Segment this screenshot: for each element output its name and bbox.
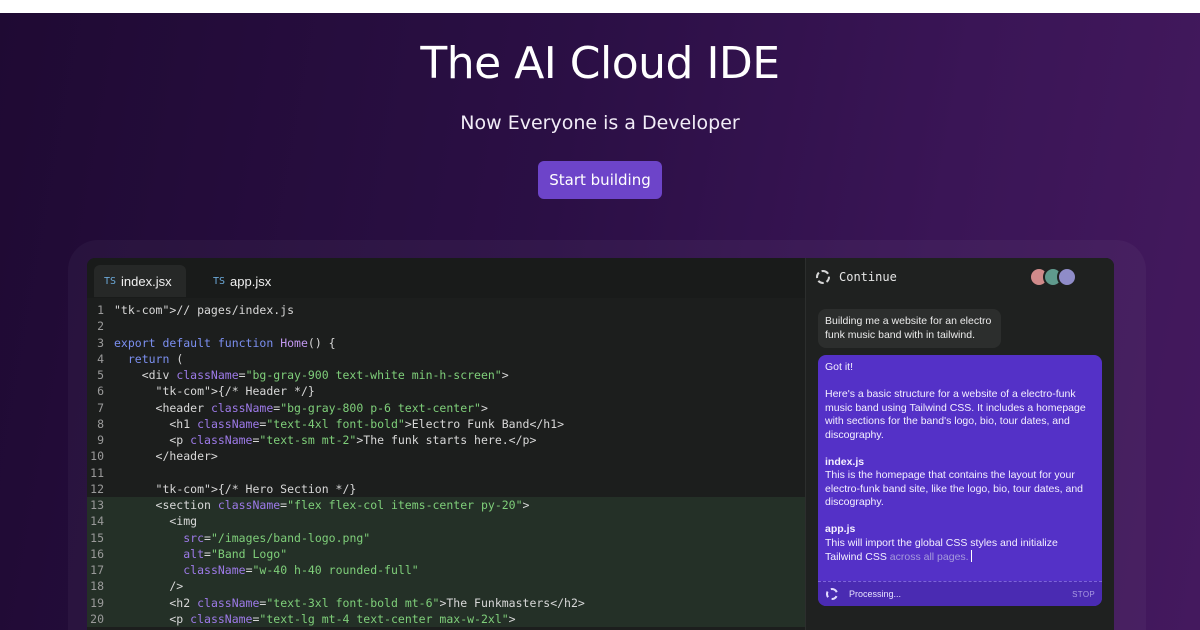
line-number: 8 — [97, 416, 104, 431]
line-number: 20 — [90, 611, 104, 626]
line-number: 16 — [90, 546, 104, 561]
ai-chat-panel: Continue Building me a website for an el… — [806, 258, 1114, 630]
code-line[interactable]: 2 — [87, 318, 805, 334]
file-name-index: index.js — [825, 455, 865, 468]
line-number: 11 — [90, 465, 104, 480]
file-name-app: app.js — [825, 523, 856, 535]
assistant-message-body: Got it! Here's a basic structure for a w… — [825, 361, 1093, 565]
code-line[interactable]: 12 "tk-com">{/* Hero Section */} — [87, 481, 805, 497]
line-number: 15 — [90, 530, 104, 545]
line-number: 14 — [90, 514, 104, 529]
ide-window: TS index.jsx TS app.jsx 1 "tk-com">// pag… — [87, 258, 1114, 630]
line-number: 18 — [90, 579, 104, 594]
avatar-icon[interactable] — [1057, 267, 1077, 287]
code-line[interactable]: 6 "tk-com">{/* Header */} — [87, 383, 805, 399]
code-text: <p className="text-lg mt-4 text-center m… — [114, 611, 516, 626]
code-line[interactable]: 10 </header> — [87, 448, 805, 464]
code-line[interactable]: 8 <h1 className="text-4xl font-bold">Ele… — [87, 416, 805, 432]
assistant-intro: Here's a basic structure for a website o… — [825, 388, 1086, 441]
code-line[interactable]: 19 <h2 className="text-3xl font-bold mt-… — [87, 594, 805, 611]
code-text: <img — [114, 514, 198, 529]
code-line[interactable]: 13 <section className="flex flex-col ite… — [87, 497, 805, 514]
code-line[interactable]: 17 className="w-40 h-40 rounded-full" — [87, 562, 805, 579]
line-number: 4 — [97, 351, 104, 366]
code-text: "tk-com">// pages/index.js — [114, 303, 295, 317]
code-line[interactable]: 18 /> — [87, 578, 805, 595]
tab-label: index.jsx — [121, 273, 172, 289]
processing-label: Processing... — [849, 589, 902, 599]
line-number: 5 — [97, 368, 104, 382]
code-text: <h1 className="text-4xl font-bold">Elect… — [114, 416, 565, 431]
code-line[interactable]: 7 <header className="bg-gray-800 p-6 tex… — [87, 400, 805, 416]
spinner-icon — [826, 588, 838, 600]
code-editor: TS index.jsx TS app.jsx 1 "tk-com">// pag… — [87, 258, 805, 630]
line-number: 19 — [90, 595, 104, 610]
line-number: 17 — [90, 563, 104, 577]
editor-tab-bar: TS index.jsx TS app.jsx — [87, 258, 805, 298]
chat-header: Continue — [816, 270, 897, 284]
streaming-text: across all pages. — [889, 551, 969, 563]
code-text: <p className="text-sm mt-2">The funk sta… — [114, 433, 537, 447]
code-line[interactable]: 5 <div className="bg-gray-900 text-white… — [87, 367, 805, 383]
code-text: src="/images/band-logo.png" — [183, 530, 371, 545]
code-text: <div className="bg-gray-900 text-white m… — [114, 368, 509, 382]
tab-app-jsx[interactable]: TS app.jsx — [203, 265, 293, 297]
code-text: alt="Band Logo" — [183, 546, 288, 561]
typescript-icon: TS — [104, 275, 117, 287]
code-text: export default function Home() { — [114, 335, 336, 350]
code-text: <section className="flex flex-col items-… — [114, 498, 530, 512]
chat-header-label: Continue — [839, 270, 897, 284]
code-line[interactable]: 3 export default function Home() { — [87, 335, 805, 351]
hero-subtitle: Now Everyone is a Developer — [460, 112, 740, 134]
code-line[interactable]: 14 <img — [87, 513, 805, 530]
line-number: 12 — [90, 481, 104, 496]
code-line[interactable]: 11 — [87, 465, 805, 481]
stop-button[interactable]: STOP — [1072, 590, 1095, 599]
hero-title: The AI Cloud IDE — [420, 38, 780, 89]
typescript-icon: TS — [213, 275, 226, 287]
user-message: Building me a website for an electro fun… — [818, 309, 1001, 348]
top-bar — [0, 0, 1200, 13]
processing-status-bar: Processing... STOP — [818, 581, 1102, 606]
line-number: 6 — [97, 384, 104, 399]
code-text: </header> — [114, 449, 218, 464]
text-cursor — [970, 550, 972, 562]
line-number: 3 — [97, 335, 104, 350]
collaborator-avatars — [1029, 267, 1089, 289]
line-number: 9 — [97, 433, 104, 447]
line-number: 13 — [90, 498, 104, 512]
code-text: "tk-com">{/* Hero Section */} — [155, 481, 357, 496]
assistant-greeting: Got it! — [825, 361, 854, 373]
file-desc-app: This will import the global CSS styles a… — [825, 537, 1093, 565]
code-text: className="w-40 h-40 rounded-full" — [183, 563, 419, 577]
code-text: <header className="bg-gray-800 p-6 text-… — [114, 400, 488, 415]
code-line[interactable]: 4 return ( — [87, 351, 805, 367]
code-text: return ( — [127, 351, 184, 366]
start-building-button[interactable]: Start building — [538, 161, 662, 199]
code-line[interactable]: 9 <p className="text-sm mt-2">The funk s… — [87, 432, 805, 448]
line-number: 7 — [97, 400, 104, 415]
continue-logo-icon — [816, 270, 830, 284]
tab-label: app.jsx — [230, 273, 272, 289]
code-area[interactable]: 1 "tk-com">// pages/index.js 2 3 export defa… — [87, 302, 805, 627]
code-line[interactable]: 15 src="/images/band-logo.png" — [87, 529, 805, 546]
line-number: 1 — [97, 303, 104, 317]
file-desc-index: This is the homepage that contains the l… — [825, 469, 1083, 508]
line-number: 10 — [90, 449, 104, 464]
code-text: <h2 className="text-3xl font-bold mt-6">… — [114, 595, 585, 610]
code-line[interactable]: 16 alt="Band Logo" — [87, 545, 805, 562]
assistant-message: Got it! Here's a basic structure for a w… — [818, 355, 1102, 606]
line-number: 2 — [97, 319, 104, 334]
code-line[interactable]: 20 <p className="text-lg mt-4 text-cente… — [87, 610, 805, 627]
tab-index-jsx[interactable]: TS index.jsx — [94, 265, 186, 297]
code-line[interactable]: 1 "tk-com">// pages/index.js — [87, 302, 805, 318]
code-text: "tk-com">{/* Header */} — [155, 384, 315, 399]
code-text: /> — [114, 579, 184, 594]
